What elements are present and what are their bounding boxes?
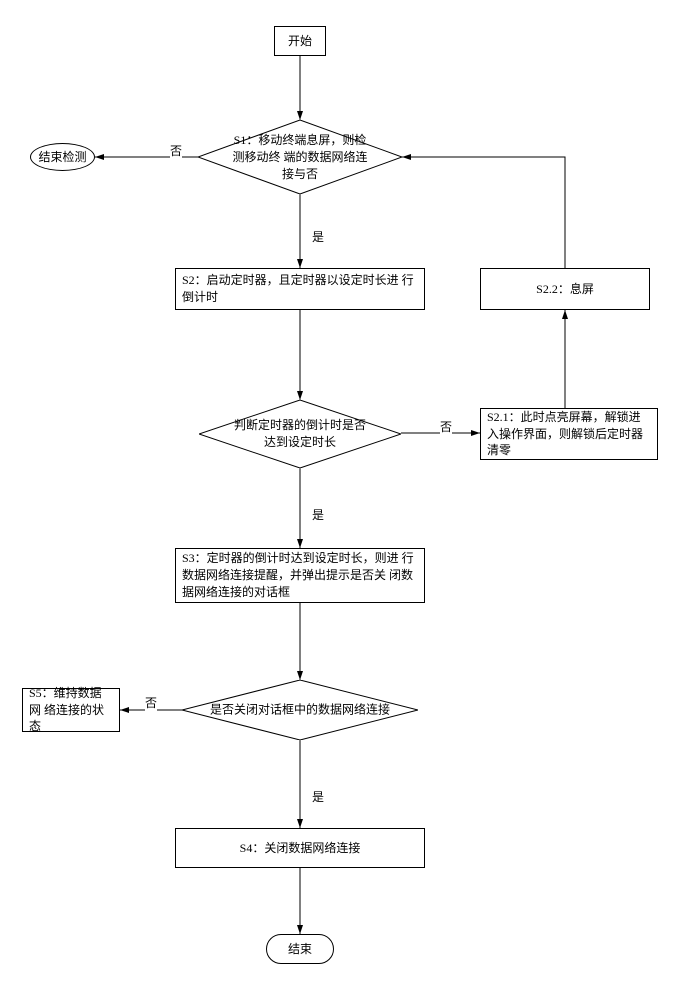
node-s2-text: S2：启动定时器，且定时器以设定时长进 行倒计时 [182,272,418,306]
node-s21-text: S2.1：此时点亮屏幕，解锁进 入操作界面，则解锁后定时器 清零 [487,409,651,459]
node-s1-decision: S1：移动终端息屏，则检测移动终 端的数据网络连接与否 [198,120,402,194]
node-closeq-decision: 是否关闭对话框中的数据网络连接 [182,680,418,740]
node-end-detect: 结束检测 [30,143,95,171]
label-yes-1: 是 [312,228,324,245]
node-start-text: 开始 [288,33,312,50]
node-end-text: 结束 [288,941,312,958]
node-s5-text: S5：维持数据网 络连接的状态 [29,685,113,735]
node-s3-text: S3：定时器的倒计时达到设定时长，则进 行数据网络连接提醒，并弹出提示是否关 闭… [182,550,418,600]
node-start: 开始 [274,26,326,56]
node-s21: S2.1：此时点亮屏幕，解锁进 入操作界面，则解锁后定时器 清零 [480,408,658,460]
node-s2: S2：启动定时器，且定时器以设定时长进 行倒计时 [175,268,425,310]
label-no-2: 否 [440,418,452,435]
node-s5: S5：维持数据网 络连接的状态 [22,688,120,732]
node-s3: S3：定时器的倒计时达到设定时长，则进 行数据网络连接提醒，并弹出提示是否关 闭… [175,548,425,603]
label-no-1: 否 [170,142,182,159]
node-end-detect-text: 结束检测 [38,149,86,166]
node-s1-text: S1：移动终端息屏，则检测移动终 端的数据网络连接与否 [229,132,372,182]
label-yes-3: 是 [312,788,324,805]
label-no-3: 否 [145,694,157,711]
node-closeq-text: 是否关闭对话框中的数据网络连接 [206,702,395,719]
node-s4: S4：关闭数据网络连接 [175,828,425,868]
node-s22: S2.2：息屏 [480,268,650,310]
node-judge-decision: 判断定时器的倒计时是否 达到设定时长 [199,400,401,468]
node-judge-text: 判断定时器的倒计时是否 达到设定时长 [229,417,370,451]
node-s22-text: S2.2：息屏 [536,281,594,298]
node-end: 结束 [266,934,334,964]
node-s4-text: S4：关闭数据网络连接 [240,840,361,857]
label-yes-2: 是 [312,506,324,523]
